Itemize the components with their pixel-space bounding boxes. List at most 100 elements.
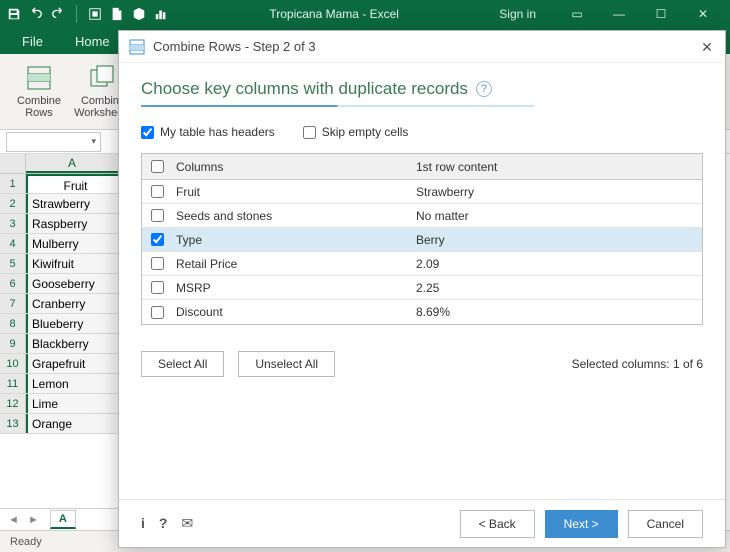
row-sample: 2.25 <box>412 281 702 295</box>
row-header[interactable]: 4 <box>0 234 26 253</box>
cell[interactable]: Raspberry <box>26 214 121 233</box>
checkbox-has-headers[interactable]: My table has headers <box>141 125 275 139</box>
columns-header-checkbox[interactable] <box>151 160 164 173</box>
heading-underline <box>141 105 703 107</box>
row-header[interactable]: 13 <box>0 414 26 433</box>
dialog-title: Combine Rows - Step 2 of 3 <box>153 39 316 54</box>
next-button[interactable]: Next > <box>545 510 618 538</box>
dialog-title-icon <box>129 39 145 55</box>
cell[interactable]: Blueberry <box>26 314 121 333</box>
cell[interactable]: Orange <box>26 414 121 433</box>
help-icon[interactable]: ? <box>476 81 492 97</box>
row-sample: Strawberry <box>412 185 702 199</box>
row-sample: Berry <box>412 233 702 247</box>
checkbox-skip-empty-label: Skip empty cells <box>322 125 409 139</box>
checkbox-skip-empty-input[interactable] <box>303 126 316 139</box>
cell[interactable]: Lemon <box>26 374 121 393</box>
dialog-titlebar[interactable]: Combine Rows - Step 2 of 3 ✕ <box>119 31 725 63</box>
select-all-button[interactable]: Select All <box>141 351 224 377</box>
save-icon[interactable] <box>6 6 22 22</box>
row-sample: No matter <box>412 209 702 223</box>
combine-rows-label: Combine Rows <box>17 95 61 119</box>
row-header[interactable]: 12 <box>0 394 26 413</box>
table-row[interactable]: FruitStrawberry <box>142 180 702 204</box>
cell[interactable]: Cranberry <box>26 294 121 313</box>
sheet-tab-active[interactable]: A <box>50 510 76 529</box>
row-checkbox[interactable] <box>151 209 164 222</box>
window-options-icon[interactable]: ▭ <box>560 4 594 24</box>
row-header[interactable]: 11 <box>0 374 26 393</box>
cube-icon[interactable] <box>131 6 147 22</box>
columns-header-content[interactable]: 1st row content <box>412 160 702 174</box>
row-header[interactable]: 3 <box>0 214 26 233</box>
name-box[interactable] <box>6 132 101 152</box>
row-checkbox[interactable] <box>151 233 164 246</box>
row-column-name: Fruit <box>172 185 412 199</box>
undo-icon[interactable] <box>28 6 44 22</box>
cell[interactable]: Grapefruit <box>26 354 121 373</box>
row-header[interactable]: 6 <box>0 274 26 293</box>
row-header[interactable]: 1 <box>0 174 26 193</box>
close-window-icon[interactable]: ✕ <box>686 4 720 24</box>
chart-icon[interactable] <box>153 6 169 22</box>
columns-table: Columns 1st row content FruitStrawberryS… <box>141 153 703 325</box>
table-row[interactable]: MSRP2.25 <box>142 276 702 300</box>
table-row[interactable]: Discount8.69% <box>142 300 702 324</box>
combine-rows-icon <box>25 64 53 92</box>
table-row[interactable]: Retail Price2.09 <box>142 252 702 276</box>
table-row[interactable]: Seeds and stonesNo matter <box>142 204 702 228</box>
contact-icon[interactable]: ✉ <box>181 515 193 532</box>
row-checkbox[interactable] <box>151 281 164 294</box>
columns-header-columns[interactable]: Columns <box>172 160 412 174</box>
checkbox-has-headers-input[interactable] <box>141 126 154 139</box>
row-header[interactable]: 9 <box>0 334 26 353</box>
select-all-corner[interactable] <box>0 154 26 173</box>
checkbox-skip-empty[interactable]: Skip empty cells <box>303 125 409 139</box>
cell[interactable]: Mulberry <box>26 234 121 253</box>
row-checkbox[interactable] <box>151 306 164 319</box>
row-checkbox[interactable] <box>151 257 164 270</box>
cell[interactable]: Lime <box>26 394 121 413</box>
table-row[interactable]: TypeBerry <box>142 228 702 252</box>
redo-icon[interactable] <box>50 6 66 22</box>
addin-icon[interactable] <box>87 6 103 22</box>
cancel-button[interactable]: Cancel <box>628 510 703 538</box>
combine-worksheets-icon <box>89 64 117 92</box>
tab-home[interactable]: Home <box>61 29 124 54</box>
dialog-footer: i ? ✉ < Back Next > Cancel <box>119 499 725 547</box>
row-header[interactable]: 2 <box>0 194 26 213</box>
signin-link[interactable]: Sign in <box>499 7 536 21</box>
back-button[interactable]: < Back <box>460 510 535 538</box>
row-header[interactable]: 5 <box>0 254 26 273</box>
row-checkbox[interactable] <box>151 185 164 198</box>
info-icon[interactable]: i <box>141 515 145 532</box>
status-ready: Ready <box>10 536 42 548</box>
row-header[interactable]: 7 <box>0 294 26 313</box>
row-header[interactable]: 10 <box>0 354 26 373</box>
cell[interactable]: Blackberry <box>26 334 121 353</box>
tab-file[interactable]: File <box>8 29 57 54</box>
help-footer-icon[interactable]: ? <box>159 515 168 532</box>
row-column-name: MSRP <box>172 281 412 295</box>
unselect-all-button[interactable]: Unselect All <box>238 351 335 377</box>
row-column-name: Seeds and stones <box>172 209 412 223</box>
worksheet-grid[interactable]: A 1Fruit2Strawberry3Raspberry4Mulberry5K… <box>0 154 130 510</box>
cell[interactable]: Fruit <box>26 174 121 193</box>
window-title: Tropicana Mama - Excel <box>169 7 499 21</box>
column-header-a[interactable]: A <box>26 154 119 173</box>
maximize-icon[interactable]: ☐ <box>644 4 678 24</box>
cell[interactable]: Kiwifruit <box>26 254 121 273</box>
sheet-nav-arrows[interactable]: ◄ ► <box>8 514 42 526</box>
row-header[interactable]: 8 <box>0 314 26 333</box>
row-sample: 8.69% <box>412 305 702 319</box>
selected-count-label: Selected columns: 1 of 6 <box>572 357 703 371</box>
minimize-icon[interactable]: — <box>602 4 636 24</box>
dialog-close-icon[interactable]: ✕ <box>697 37 717 57</box>
dialog-heading: Choose key columns with duplicate record… <box>141 79 703 99</box>
combine-rows-button[interactable]: Combine Rows <box>10 59 68 125</box>
dialog-heading-text: Choose key columns with duplicate record… <box>141 79 468 99</box>
columns-table-header: Columns 1st row content <box>142 154 702 180</box>
document-icon[interactable] <box>109 6 125 22</box>
cell[interactable]: Strawberry <box>26 194 121 213</box>
cell[interactable]: Gooseberry <box>26 274 121 293</box>
